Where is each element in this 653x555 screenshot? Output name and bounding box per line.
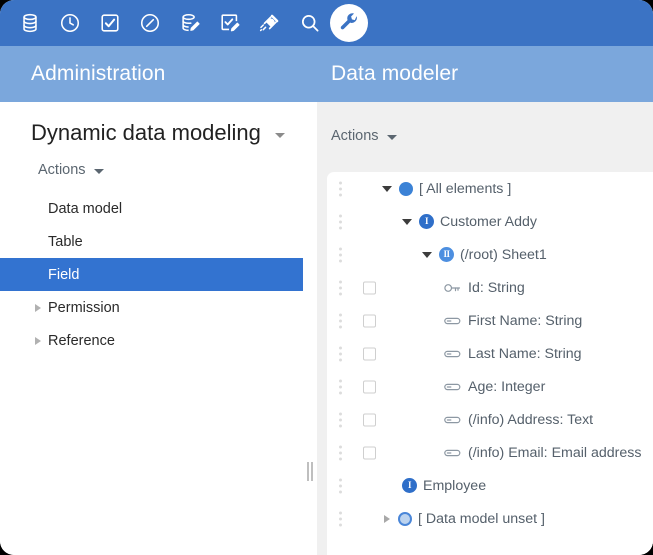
tree-item-label: (/info) Email: Email address [468,445,641,461]
tree-item-label: Employee [423,478,486,494]
checkbox-checked-icon[interactable] [90,3,130,43]
tree-item-label: [ Data model unset ] [418,511,545,527]
data-model-unset-icon [398,512,412,526]
sidebar-item-label: Permission [48,300,120,316]
modeler-actions-label: Actions [331,128,379,144]
sidebar-actions-menu[interactable]: Actions [0,146,104,178]
sidebar-item-field[interactable]: Field [0,258,303,291]
tree-item-label: Age: Integer [468,379,545,395]
sidebar-actions-label: Actions [38,162,86,178]
sidebar-item-permission[interactable]: Permission [0,291,303,324]
chevron-down-icon[interactable] [275,133,285,138]
main-toolbar [0,0,653,46]
tree-row[interactable]: Last Name: String [327,337,653,370]
application-window: Administration Data modeler Dynamic data… [0,0,653,555]
sidebar-item-label: Reference [48,333,115,349]
tree-row-checkbox[interactable] [363,380,376,393]
administration-header: Administration [0,46,310,102]
checkbox-edit-icon[interactable] [210,3,250,43]
text-field-icon [444,381,461,393]
drag-handle-icon[interactable] [339,511,342,526]
drag-handle-icon[interactable] [339,346,342,361]
sidebar-heading-label: Dynamic data modeling [31,120,261,146]
tree-item-label: Id: String [468,280,525,296]
tree-row-checkbox[interactable] [363,281,376,294]
page-title-left: Administration [0,62,165,86]
drag-handle-icon[interactable] [339,313,342,328]
drag-handle-icon[interactable] [339,478,342,493]
tree-row-checkbox[interactable] [363,446,376,459]
sidebar-item-data-model[interactable]: Data model [0,192,303,225]
drag-handle-icon[interactable] [339,379,342,394]
chevron-right-icon[interactable] [35,337,41,345]
tree-row[interactable]: First Name: String [327,304,653,337]
drag-handle-icon[interactable] [339,280,342,295]
page-title-right: Data modeler [310,62,458,86]
plug-icon[interactable] [250,3,290,43]
sidebar-item-table[interactable]: Table [0,225,303,258]
tree-row[interactable]: [ All elements ] [327,172,653,205]
chevron-down-icon[interactable] [94,169,104,174]
modeler-actions-menu[interactable]: Actions [317,102,397,144]
splitter-grip-icon[interactable] [307,462,313,481]
clock-alt-icon[interactable] [130,3,170,43]
key-icon [444,282,461,294]
database-edit-icon[interactable] [170,3,210,43]
caret-down-icon[interactable] [382,186,392,192]
sidebar-heading[interactable]: Dynamic data modeling [0,102,303,146]
data-modeler-panel: Actions [ All elements ] I Customer A [317,102,653,555]
sidebar-item-reference[interactable]: Reference [0,324,303,357]
element-tree: [ All elements ] I Customer Addy II (/ro [327,172,653,555]
tree-row[interactable]: (/info) Address: Text [327,403,653,436]
tree-row-checkbox[interactable] [363,314,376,327]
tree-item-label: [ All elements ] [419,181,511,197]
data-modeler-header: Data modeler [310,46,653,102]
drag-handle-icon[interactable] [339,412,342,427]
data-model-icon: I [402,478,417,493]
tree-row-checkbox[interactable] [363,413,376,426]
caret-down-icon[interactable] [422,252,432,258]
sidebar-menu-list: Data model Table Field Permission Refere… [0,192,303,357]
text-field-icon [444,315,461,327]
tree-row[interactable]: [ Data model unset ] [327,502,653,535]
data-model-icon: I [419,214,434,229]
caret-down-icon[interactable] [402,219,412,225]
tree-row[interactable]: II (/root) Sheet1 [327,238,653,271]
sidebar-item-label: Data model [48,201,122,217]
drag-handle-icon[interactable] [339,181,342,196]
sidebar-item-label: Table [48,234,83,250]
tree-row[interactable]: I Customer Addy [327,205,653,238]
text-field-icon [444,348,461,360]
drag-handle-icon[interactable] [339,445,342,460]
tree-item-label: Last Name: String [468,346,582,362]
tree-row[interactable]: (/info) Email: Email address [327,436,653,469]
tree-row[interactable]: I Employee [327,469,653,502]
wrench-icon[interactable] [330,4,368,42]
text-field-icon [444,447,461,459]
caret-right-icon[interactable] [384,515,390,523]
tree-item-label: (/info) Address: Text [468,412,593,428]
all-elements-icon [399,182,413,196]
admin-sidebar: Dynamic data modeling Actions Data model… [0,102,303,555]
search-icon[interactable] [290,3,330,43]
tree-item-label: (/root) Sheet1 [460,247,547,263]
sidebar-item-label: Field [48,267,79,283]
drag-handle-icon[interactable] [339,247,342,262]
chevron-right-icon[interactable] [35,304,41,312]
database-icon[interactable] [10,3,50,43]
tree-row-checkbox[interactable] [363,347,376,360]
drag-handle-icon[interactable] [339,214,342,229]
tree-row[interactable]: Id: String [327,271,653,304]
text-field-icon [444,414,461,426]
pane-splitter[interactable] [303,102,317,555]
tree-item-label: Customer Addy [440,214,537,230]
table-icon: II [439,247,454,262]
tree-item-label: First Name: String [468,313,582,329]
chevron-down-icon[interactable] [387,135,397,140]
clock-icon[interactable] [50,3,90,43]
tree-row[interactable]: Age: Integer [327,370,653,403]
